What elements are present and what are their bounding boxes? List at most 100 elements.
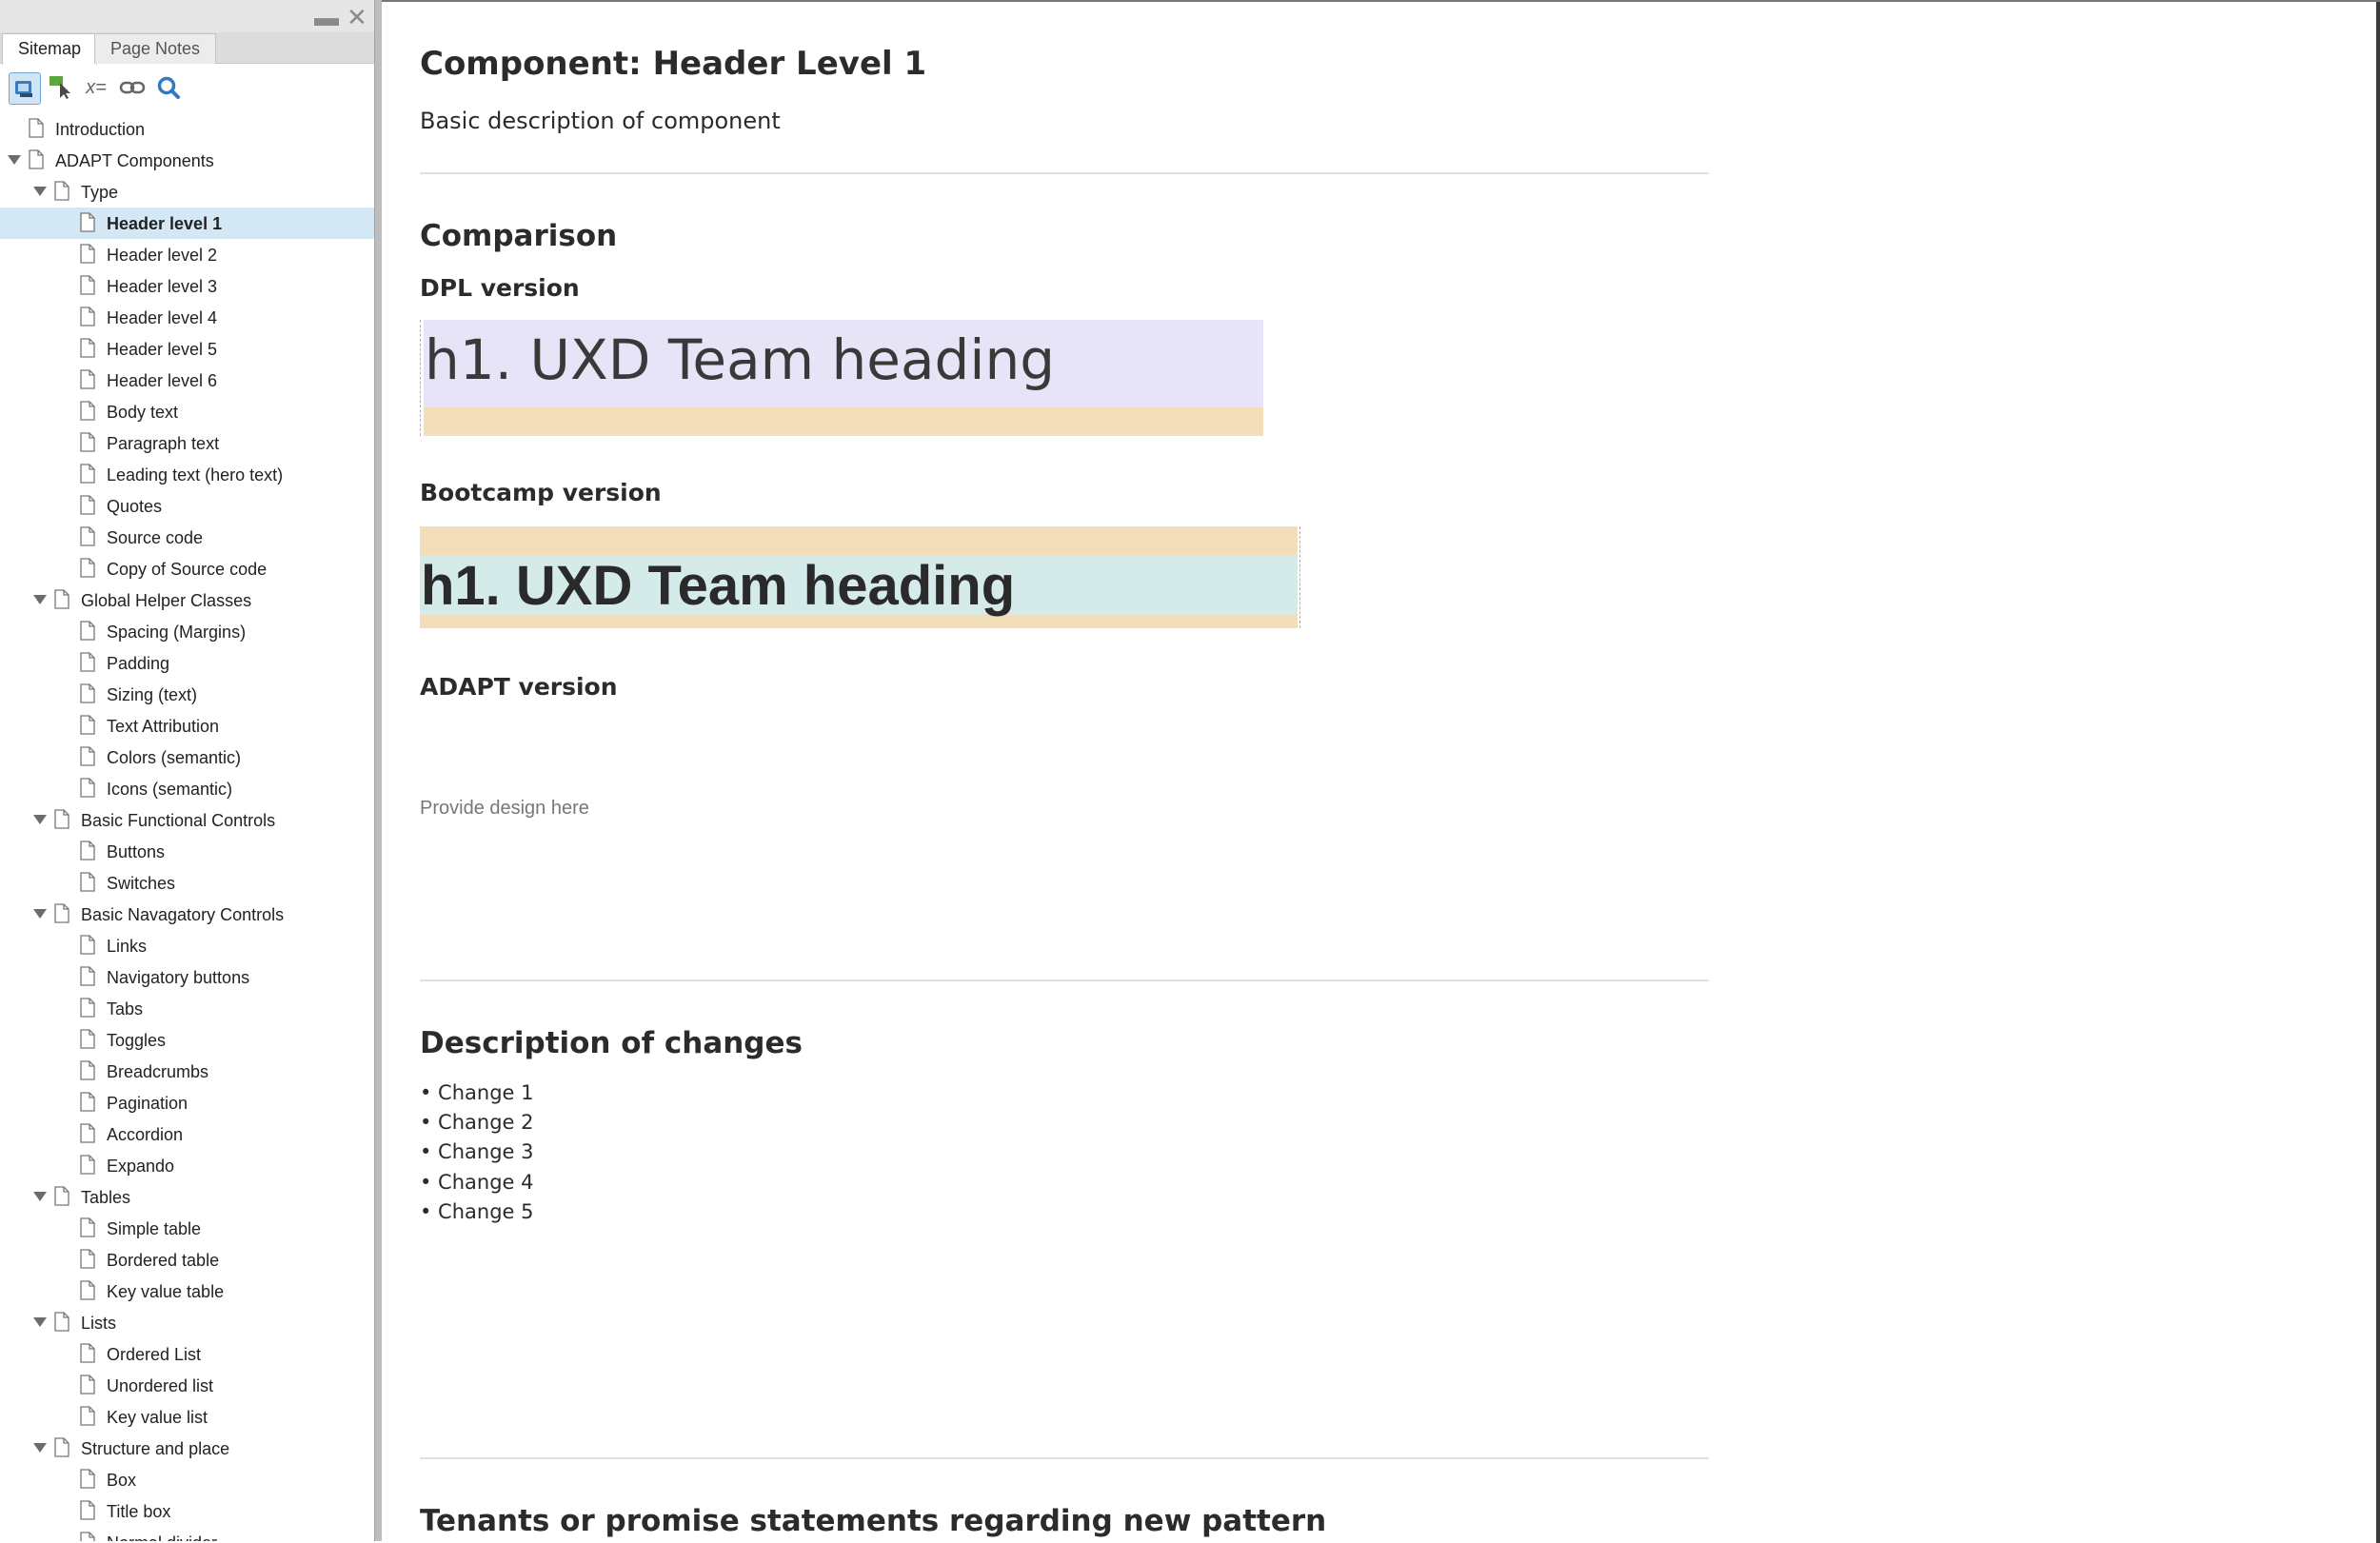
sitemap-page-item[interactable]: Header level 6 (0, 365, 374, 396)
sitemap-page-item[interactable]: Expando (0, 1150, 374, 1181)
sitemap-page-item[interactable]: Introduction (0, 113, 374, 145)
page-icon (80, 998, 95, 1018)
sitemap-page-label: Spacing (Margins) (107, 623, 247, 642)
expand-chevron-icon[interactable] (33, 1443, 47, 1453)
expand-chevron-icon[interactable] (33, 1317, 47, 1327)
adapt-design-placeholder: Provide design here (420, 798, 589, 819)
sitemap-page-item[interactable]: Source code (0, 522, 374, 553)
sitemap-page-item[interactable]: Copy of Source code (0, 553, 374, 584)
sitemap-page-item[interactable]: Unordered list (0, 1370, 374, 1401)
scrollbar[interactable] (2376, 2, 2380, 1543)
bootcamp-sample-box: h1. UXD Team heading (420, 526, 1300, 628)
sitemap-page-item[interactable]: Header level 4 (0, 302, 374, 333)
expand-chevron-icon[interactable] (8, 155, 21, 165)
sitemap-page-label: Global Helper Classes (81, 591, 252, 610)
minimize-icon[interactable]: ▬ (314, 5, 339, 30)
sitemap-page-item[interactable]: Buttons (0, 836, 374, 867)
sitemap-page-item[interactable]: Header level 5 (0, 333, 374, 365)
sitemap-page-item[interactable]: Lists (0, 1307, 374, 1338)
sitemap-page-item[interactable]: Pagination (0, 1087, 374, 1118)
sitemap-page-label: Structure and place (81, 1439, 230, 1458)
page-icon (54, 903, 69, 923)
sitemap-page-item[interactable]: Header level 2 (0, 239, 374, 270)
variable-icon[interactable]: x= (82, 73, 110, 102)
change-item: • Change 2 (420, 1111, 534, 1134)
sitemap-page-item[interactable]: Key value table (0, 1276, 374, 1307)
sitemap-page-item[interactable]: Links (0, 930, 374, 961)
sitemap-page-label: ADAPT Components (55, 151, 214, 170)
sitemap-page-label: Type (81, 183, 119, 202)
sitemap-page-item[interactable]: Breadcrumbs (0, 1056, 374, 1087)
sitemap-page-item[interactable]: Quotes (0, 490, 374, 522)
page-icon (54, 589, 69, 609)
page-icon (80, 1532, 95, 1541)
sitemap-page-label: Key value table (107, 1282, 225, 1301)
page-icon (80, 526, 95, 546)
sitemap-page-label: Source code (107, 528, 204, 547)
sitemap-page-item[interactable]: Text Attribution (0, 710, 374, 742)
page-icon (80, 275, 95, 295)
expand-chevron-icon[interactable] (33, 815, 47, 824)
sitemap-page-label: Tables (81, 1188, 131, 1207)
sitemap-page-item[interactable]: Ordered List (0, 1338, 374, 1370)
page-icon (29, 149, 44, 169)
sitemap-page-item[interactable]: Leading text (hero text) (0, 459, 374, 490)
sitemap-page-item[interactable]: Header level 3 (0, 270, 374, 302)
sitemap-page-item[interactable]: Key value list (0, 1401, 374, 1433)
sitemap-page-item[interactable]: ADAPT Components (0, 145, 374, 176)
sitemap-page-item[interactable]: Tables (0, 1181, 374, 1213)
sitemap-page-item[interactable]: Simple table (0, 1213, 374, 1244)
sitemap-page-label: Quotes (107, 497, 163, 516)
sitemap-page-item[interactable]: Sizing (text) (0, 679, 374, 710)
sitemap-page-item[interactable]: Tabs (0, 993, 374, 1024)
expand-chevron-icon[interactable] (33, 595, 47, 604)
bootcamp-version-label: Bootcamp version (420, 479, 662, 506)
link-icon[interactable] (118, 73, 147, 102)
sitemap-page-item[interactable]: Padding (0, 647, 374, 679)
sitemap-page-label: Text Attribution (107, 717, 220, 736)
sitemap-page-item[interactable]: Title box (0, 1495, 374, 1527)
sitemap-page-item[interactable]: Header level 1 (0, 208, 374, 239)
sitemap-view-icon[interactable] (9, 72, 41, 105)
page-icon (54, 1437, 69, 1457)
sitemap-page-item[interactable]: Basic Navagatory Controls (0, 899, 374, 930)
sitemap-page-item[interactable]: Body text (0, 396, 374, 427)
dpl-sample-box: h1. UXD Team heading (420, 320, 1263, 436)
sitemap-page-item[interactable]: Switches (0, 867, 374, 899)
sitemap-page-item[interactable]: Colors (semantic) (0, 742, 374, 773)
sitemap-page-label: Simple table (107, 1219, 202, 1238)
expand-chevron-icon[interactable] (33, 187, 47, 196)
sitemap-page-item[interactable]: Structure and place (0, 1433, 374, 1464)
page-icon (80, 966, 95, 986)
sitemap-page-label: Tabs (107, 999, 144, 1019)
sitemap-page-label: Buttons (107, 842, 166, 861)
sitemap-page-item[interactable]: Type (0, 176, 374, 208)
tab-sitemap[interactable]: Sitemap (2, 33, 98, 65)
page-icon (80, 1123, 95, 1143)
expand-chevron-icon[interactable] (33, 1192, 47, 1201)
sitemap-page-item[interactable]: Box (0, 1464, 374, 1495)
sitemap-page-item[interactable]: Basic Functional Controls (0, 804, 374, 836)
sitemap-page-item[interactable]: Normal divider (0, 1527, 374, 1541)
sitemap-page-item[interactable]: Accordion (0, 1118, 374, 1150)
sitemap-panel: ▬ ✕ Sitemap Page Notes x= Introduction AD… (0, 0, 374, 1541)
sitemap-page-item[interactable]: Bordered table (0, 1244, 374, 1276)
cursor-icon[interactable] (47, 73, 75, 102)
sitemap-page-label: Body text (107, 403, 179, 422)
sitemap-toolbar: x= (0, 67, 374, 107)
search-icon[interactable] (154, 73, 183, 102)
page-icon (54, 181, 69, 201)
sitemap-page-item[interactable]: Navigatory buttons (0, 961, 374, 993)
close-icon[interactable]: ✕ (347, 5, 367, 30)
sitemap-page-item[interactable]: Toggles (0, 1024, 374, 1056)
sitemap-page-item[interactable]: Paragraph text (0, 427, 374, 459)
page-icon (80, 1500, 95, 1520)
sitemap-page-item[interactable]: Icons (semantic) (0, 773, 374, 804)
expand-chevron-icon[interactable] (33, 909, 47, 919)
sitemap-page-item[interactable]: Global Helper Classes (0, 584, 374, 616)
sitemap-page-label: Accordion (107, 1125, 184, 1144)
tab-page-notes[interactable]: Page Notes (94, 33, 217, 64)
sitemap-page-label: Header level 1 (107, 214, 223, 233)
panel-titlebar: ▬ ✕ (0, 0, 374, 32)
sitemap-page-item[interactable]: Spacing (Margins) (0, 616, 374, 647)
